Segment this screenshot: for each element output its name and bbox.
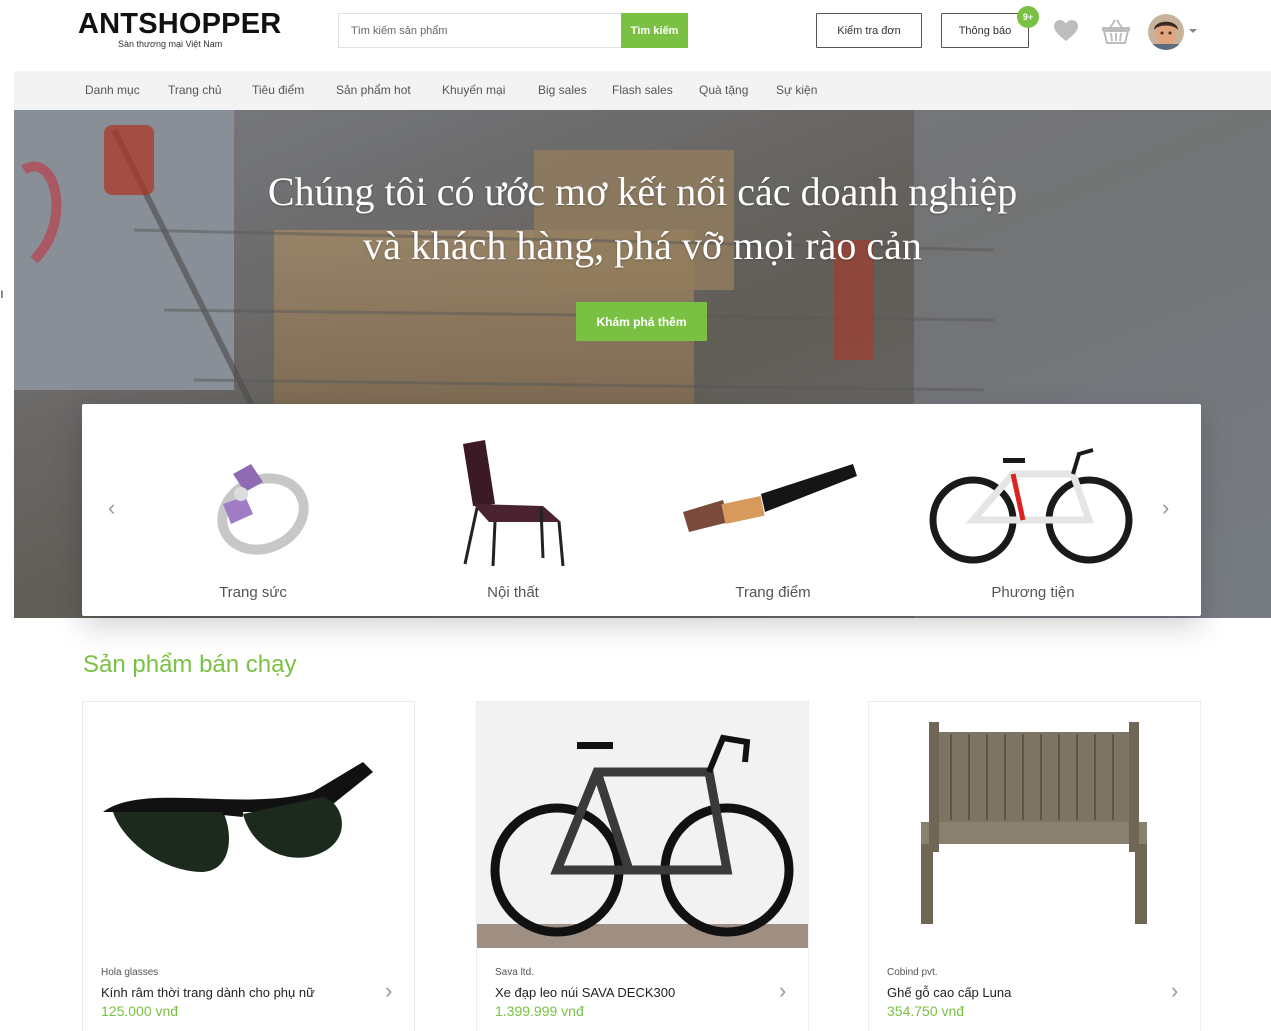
product-card[interactable]: Cobind pvt. Ghế gỗ cao cấp Luna 354.750 …	[868, 701, 1201, 1031]
carousel-prev-arrow[interactable]: ‹	[108, 497, 115, 519]
chevron-right-icon[interactable]: ›	[385, 978, 392, 1004]
product-image	[83, 702, 414, 948]
product-brand: Cobind pvt.	[887, 967, 938, 978]
category-label: Trang sức	[219, 584, 287, 601]
bicycle-icon	[929, 448, 1133, 564]
product-name: Xe đạp leo núi SAVA DECK300	[495, 985, 676, 1000]
nav-item-events[interactable]: Sự kiện	[776, 83, 817, 97]
check-order-button[interactable]: Kiểm tra đơn	[816, 13, 922, 48]
heart-icon[interactable]	[1053, 19, 1079, 43]
avatar[interactable]	[1148, 14, 1184, 50]
category-vehicles[interactable]: Phương tiện	[903, 404, 1163, 616]
notification-badge: 9+	[1017, 6, 1039, 28]
logo-subtitle: Sàn thương mại Việt Nam	[118, 39, 223, 49]
main-nav: Danh mục Trang chủ Tiêu điểm Sản phẩm ho…	[14, 71, 1271, 110]
logo-title: ANTSHOPPER	[78, 8, 282, 40]
nav-item-hot-products[interactable]: Sản phẩm hot	[336, 83, 411, 97]
edge-mark: ı	[0, 285, 4, 301]
category-label: Trang điểm	[735, 584, 811, 601]
ring-icon	[217, 464, 309, 555]
category-furniture[interactable]: Nội thất	[383, 404, 643, 616]
nav-item-gifts[interactable]: Quà tặng	[699, 83, 748, 97]
search-button[interactable]: Tìm kiếm	[621, 13, 688, 48]
sunglasses-icon	[103, 762, 373, 872]
category-label: Phương tiện	[991, 584, 1075, 601]
nav-item-categories[interactable]: Danh mục	[85, 83, 140, 97]
nav-item-promotions[interactable]: Khuyến mại	[442, 83, 505, 97]
product-card[interactable]: Sava ltd. Xe đạp leo núi SAVA DECK300 1.…	[476, 701, 809, 1031]
product-price: 1.399.999 vnđ	[495, 1003, 584, 1019]
nav-item-spotlight[interactable]: Tiêu điểm	[252, 83, 304, 97]
product-price: 354.750 vnđ	[887, 1003, 965, 1019]
notification-button[interactable]: Thông báo	[941, 13, 1029, 48]
search-bar: Tìm kiếm	[338, 13, 688, 48]
category-carousel: ‹ › Trang sức Nội thất Trang điểm Phương…	[82, 404, 1201, 616]
hero-title-line1: Chúng tôi có ước mơ kết nối các doanh ng…	[267, 169, 1018, 214]
category-makeup[interactable]: Trang điểm	[643, 404, 903, 616]
category-label: Nội thất	[487, 584, 539, 601]
product-name: Kính râm thời trang dành cho phụ nữ	[101, 985, 315, 1000]
chevron-right-icon[interactable]: ›	[1171, 978, 1178, 1004]
product-brand: Sava ltd.	[495, 967, 534, 978]
explore-more-button[interactable]: Khám phá thêm	[576, 302, 707, 341]
category-jewelry[interactable]: Trang sức	[123, 404, 383, 616]
makeup-brush-icon	[683, 464, 857, 532]
logo[interactable]: ANTSHOPPER Sàn thương mại Việt Nam	[78, 8, 288, 49]
bestsellers-title: Sản phẩm bán chạy	[83, 651, 297, 678]
search-input[interactable]	[339, 14, 623, 47]
product-image	[477, 702, 808, 948]
nav-item-flash-sales[interactable]: Flash sales	[612, 83, 673, 97]
product-name: Ghế gỗ cao cấp Luna	[887, 985, 1012, 1000]
nav-item-home[interactable]: Trang chủ	[168, 83, 222, 97]
chevron-down-icon[interactable]	[1189, 29, 1197, 33]
chair-icon	[463, 440, 565, 567]
wooden-bench-icon	[921, 722, 1147, 924]
chevron-right-icon[interactable]: ›	[779, 978, 786, 1004]
road-bike-icon	[477, 702, 808, 948]
product-image	[869, 702, 1200, 948]
carousel-next-arrow[interactable]: ›	[1162, 497, 1169, 519]
product-brand: Hola glasses	[101, 967, 159, 978]
basket-icon[interactable]	[1101, 17, 1131, 45]
product-price: 125.000 vnđ	[101, 1003, 179, 1019]
hero-title-line2: và khách hàng, phá vỡ mọi rào cản	[363, 223, 922, 268]
nav-item-big-sales[interactable]: Big sales	[538, 83, 587, 97]
product-card[interactable]: Hola glasses Kính râm thời trang dành ch…	[82, 701, 415, 1031]
